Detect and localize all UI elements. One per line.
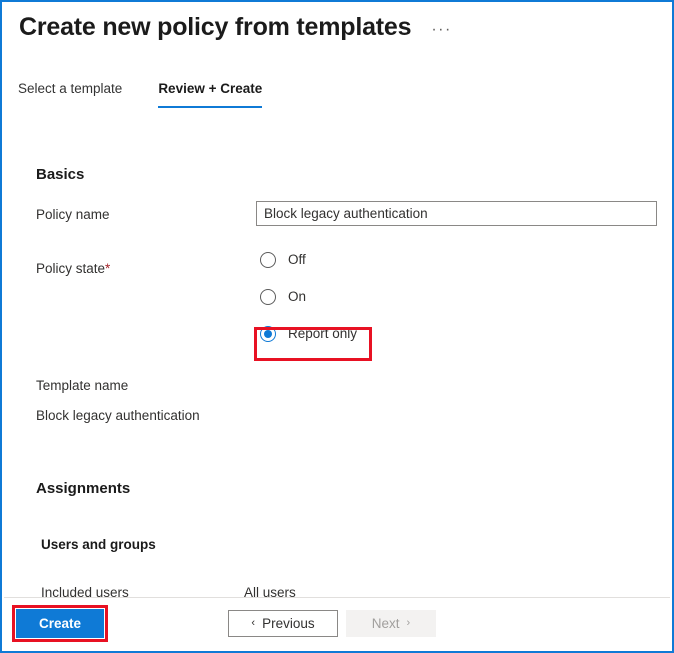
previous-button-label: Previous (262, 616, 315, 631)
radio-label-off: Off (288, 252, 306, 267)
policy-name-input[interactable] (256, 201, 657, 226)
chevron-right-icon: › (406, 617, 411, 629)
tab-bar: Select a template Review + Create (18, 80, 298, 108)
policy-name-label: Policy name (36, 207, 110, 222)
previous-button[interactable]: ‹ Previous (228, 610, 338, 637)
tab-select-a-template[interactable]: Select a template (18, 80, 122, 108)
radio-label-report-only: Report only (288, 326, 358, 341)
tab-review-create[interactable]: Review + Create (158, 80, 262, 108)
basics-section-title: Basics (36, 166, 85, 183)
template-name-label: Template name (36, 378, 129, 393)
policy-state-radio-group: Off On Report only (260, 250, 357, 361)
required-marker: * (105, 261, 111, 276)
blade-content: Basics Policy name Policy state* Off On … (4, 122, 670, 598)
more-options-icon[interactable]: ··· (428, 20, 454, 40)
radio-circle-icon (260, 252, 276, 268)
included-users-label: Included users (41, 585, 129, 598)
template-name-value: Block legacy authentication (36, 408, 200, 423)
page-title: Create new policy from templates (19, 13, 412, 41)
radio-option-on[interactable]: On (260, 287, 357, 307)
chevron-left-icon: ‹ (251, 617, 256, 629)
radio-label-on: On (288, 289, 307, 304)
radio-circle-icon (260, 289, 276, 305)
blade-header: Create new policy from templates ··· (2, 2, 672, 70)
create-button[interactable]: Create (16, 609, 104, 638)
policy-state-label-text: Policy state (36, 261, 106, 276)
blade-footer: Create ‹ Previous Next › (4, 597, 670, 649)
included-users-value: All users (244, 585, 296, 598)
radio-option-off[interactable]: Off (260, 250, 357, 270)
users-and-groups-title: Users and groups (41, 537, 156, 552)
assignments-section-title: Assignments (36, 480, 131, 497)
title-row: Create new policy from templates ··· (19, 10, 455, 44)
radio-option-report-only[interactable]: Report only (260, 324, 357, 344)
next-button[interactable]: Next › (346, 610, 436, 637)
radio-circle-selected-icon (260, 326, 276, 342)
next-button-label: Next (371, 616, 400, 631)
policy-state-label: Policy state* (36, 260, 110, 278)
create-policy-blade: Create new policy from templates ··· Sel… (0, 0, 674, 653)
